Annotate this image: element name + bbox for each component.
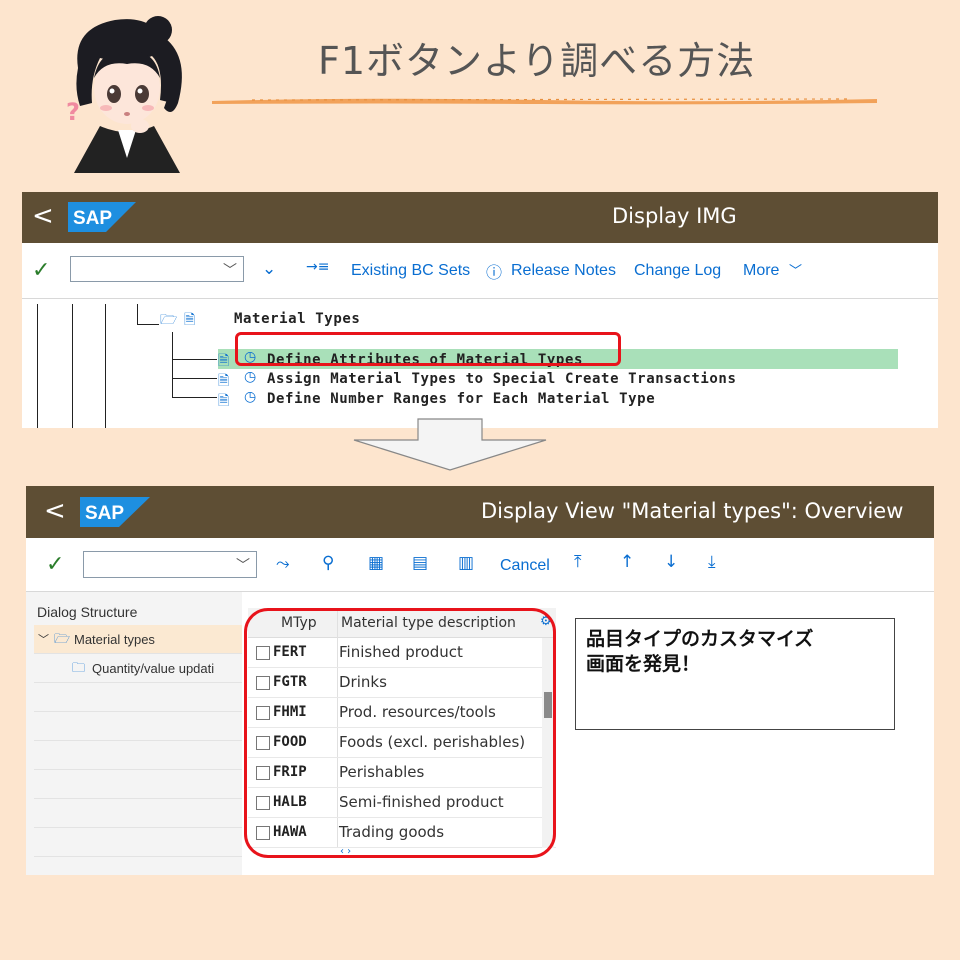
application-toolbar: ✓ ﹀ ⤳ ⚲ ▦ ▤ ▥ Cancel ⤒ ↑ ↓ ⤓: [26, 538, 934, 592]
tree-item-assign-material-types[interactable]: Assign Material Types to Special Create …: [267, 371, 737, 387]
find-icon[interactable]: ⚲: [322, 553, 334, 573]
sap-logo: SAP: [68, 202, 136, 232]
sap-material-types-screen: < SAP Display View "Material types": Ove…: [26, 486, 934, 875]
change-log-button[interactable]: Change Log: [634, 262, 721, 280]
chevron-down-icon[interactable]: ﹀: [236, 555, 250, 575]
dialog-structure-title: Dialog Structure: [37, 604, 138, 620]
clock-icon[interactable]: ◷: [244, 369, 256, 385]
page-title: F1ボタンより調べる方法: [318, 39, 756, 83]
back-icon[interactable]: <: [44, 496, 66, 526]
folder-icon: 🗁: [160, 312, 178, 328]
document-icon: 🗎: [184, 312, 196, 328]
command-field[interactable]: ﹀: [70, 256, 244, 282]
info-icon[interactable]: ⓘ: [486, 259, 502, 283]
svg-text:?: ?: [66, 98, 80, 126]
find-next-icon[interactable]: →≡: [306, 259, 329, 275]
enter-check-icon[interactable]: ✓: [46, 552, 64, 577]
sap-logo: SAP: [80, 497, 150, 527]
sap-display-img-screen: < SAP Display IMG ✓ ﹀ ⌄ →≡ Existing BC S…: [22, 192, 938, 428]
svg-text:SAP: SAP: [85, 503, 124, 524]
application-toolbar: ✓ ﹀ ⌄ →≡ Existing BC Sets ⓘ Release Note…: [22, 243, 938, 299]
tree-node-material-types[interactable]: Material Types: [234, 311, 360, 327]
dialog-row-material-types[interactable]: ﹀ 🗁 Material types: [34, 625, 242, 654]
callout-note: 品目タイプのカスタマイズ 画面を発見！: [575, 618, 895, 730]
more-button[interactable]: More: [743, 262, 779, 280]
previous-page-icon[interactable]: ↑: [620, 552, 634, 572]
cancel-button[interactable]: Cancel: [500, 557, 550, 575]
back-icon[interactable]: <: [32, 201, 54, 231]
first-page-icon[interactable]: ⤒: [574, 552, 582, 572]
last-page-icon[interactable]: ⤓: [708, 552, 716, 572]
next-page-icon[interactable]: ↓: [664, 552, 678, 572]
release-notes-button[interactable]: Release Notes: [511, 262, 616, 280]
chevron-down-icon[interactable]: ﹀: [223, 260, 237, 280]
table-highlight-box: [244, 608, 556, 858]
dialog-item-quantity-value[interactable]: Quantity/value updati: [92, 661, 214, 676]
enter-check-icon[interactable]: ✓: [32, 258, 50, 283]
avatar-illustration: ?: [66, 16, 182, 173]
folder-icon: 🗀: [72, 660, 86, 675]
dialog-structure-panel: Dialog Structure ﹀ 🗁 Material types 🗀 Qu…: [26, 592, 242, 875]
shell-bar: < SAP Display View "Material types": Ove…: [26, 486, 934, 538]
select-block-icon[interactable]: ▤: [412, 553, 428, 573]
clock-icon[interactable]: ◷: [244, 389, 256, 405]
existing-bc-sets-button[interactable]: Existing BC Sets: [351, 262, 470, 280]
dialog-row-quantity[interactable]: 🗀 Quantity/value updati: [34, 654, 242, 683]
note-line-1: 品目タイプのカスタマイズ: [586, 628, 814, 650]
command-field[interactable]: ﹀: [83, 551, 257, 578]
down-arrow: [353, 418, 547, 471]
note-line-2: 画面を発見！: [586, 652, 701, 675]
expand-chevron-icon[interactable]: ﹀: [38, 631, 49, 647]
highlight-box: [235, 332, 621, 366]
more-chevron-icon[interactable]: ﹀: [789, 260, 802, 279]
svg-text:SAP: SAP: [73, 208, 112, 229]
document-icon: 🗎: [218, 393, 230, 409]
tree-item-define-number-ranges[interactable]: Define Number Ranges for Each Material T…: [267, 391, 655, 407]
expand-all-icon[interactable]: ⌄: [262, 259, 276, 279]
img-tree: 🗁 🗎 Material Types 🗎 ◷ Define Attributes…: [22, 299, 938, 428]
display-change-icon[interactable]: ⤳: [276, 554, 290, 574]
deselect-all-icon[interactable]: ▥: [458, 553, 474, 573]
folder-open-icon: 🗁: [54, 631, 71, 646]
shell-bar: < SAP Display IMG: [22, 192, 938, 243]
select-all-icon[interactable]: ▦: [368, 553, 384, 573]
dialog-item-material-types[interactable]: Material types: [74, 632, 155, 647]
screen-title: Display View "Material types": Overview: [481, 499, 904, 523]
brush-underline: [212, 98, 877, 105]
screen-title: Display IMG: [612, 204, 737, 228]
